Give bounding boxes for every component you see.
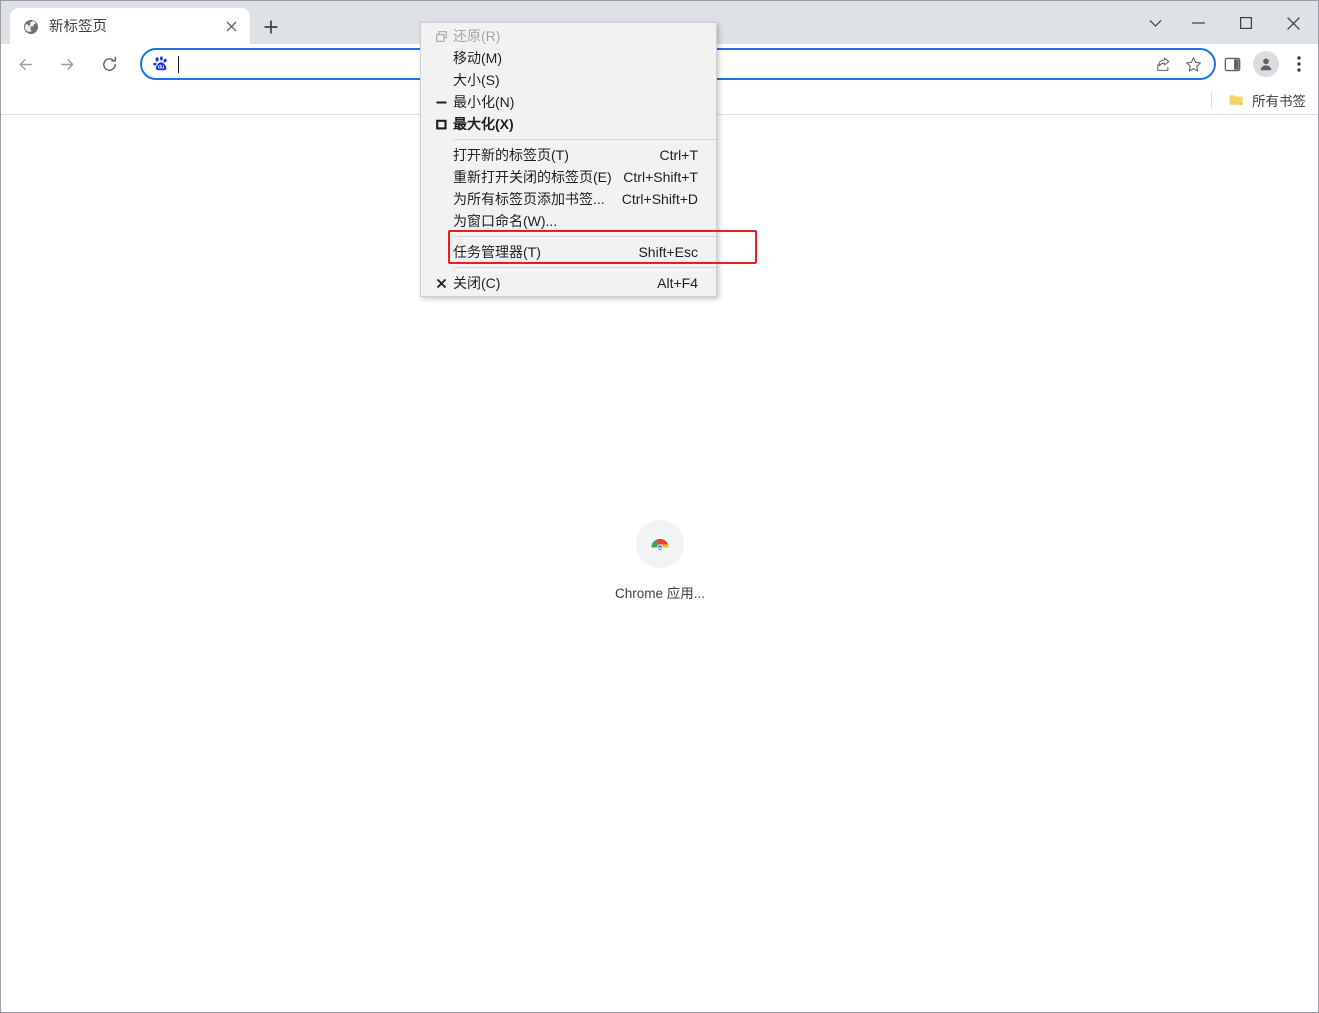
folder-icon [1228,92,1244,108]
menu-item-5[interactable]: 打开新的标签页(T) Ctrl+T [421,144,716,166]
minimize-icon [429,101,453,104]
arrow-left-icon[interactable] [11,51,39,79]
menu-item-label: 任务管理器(T) [453,244,541,260]
window-controls [1135,1,1317,45]
menu-item-10[interactable]: 关闭(C) Alt+F4 [421,272,716,294]
chevron-down-icon[interactable] [1135,1,1175,45]
menu-item-label: 打开新的标签页(T) [453,147,569,163]
all-bookmarks-label: 所有书签 [1252,93,1306,109]
close-icon[interactable] [220,16,242,38]
menu-separator [453,267,716,268]
menu-item-label: 最小化(N) [453,94,515,110]
menu-item-label: 重新打开关闭的标签页(E) [453,169,612,185]
reload-icon[interactable] [95,51,123,79]
menu-item-label: 大小(S) [453,72,500,88]
menu-item-shortcut: Ctrl+Shift+D [621,191,698,207]
chrome-apps-label: Chrome 应用... [614,586,706,601]
chrome-apps-shortcut[interactable]: Chrome 应用... [613,520,707,602]
chrome-apps-icon [636,520,684,568]
menu-item-9[interactable]: 任务管理器(T) Shift+Esc [421,241,716,263]
menu-item-0: 还原(R) [421,25,716,47]
menu-separator [453,139,716,140]
browser-window: 新标签页 du 所有书签 Chrome 应用... 还原(R) 移动(M) 大小… [0,0,1319,1013]
menu-item-shortcut: Ctrl+Shift+T [623,169,698,185]
browser-tab[interactable]: 新标签页 [10,8,250,45]
restore-icon [429,30,453,42]
three-dots-vertical-icon[interactable] [1285,49,1313,79]
maximize-icon [429,119,453,130]
menu-item-shortcut: Alt+F4 [657,275,698,291]
menu-item-label: 移动(M) [453,50,502,66]
toolbar-right-group [1217,48,1315,80]
avatar[interactable] [1253,51,1279,77]
side-panel-icon[interactable] [1217,49,1247,79]
bookmarks-separator [1211,91,1212,108]
share-icon[interactable] [1150,51,1176,77]
menu-separator [453,236,716,237]
menu-item-label: 最大化(X) [453,116,514,132]
menu-item-1[interactable]: 移动(M) [421,47,716,69]
star-icon[interactable] [1180,51,1206,77]
menu-item-7[interactable]: 为所有标签页添加书签... Ctrl+Shift+D [421,188,716,210]
arrow-right-icon[interactable] [53,51,81,79]
window-system-menu: 还原(R) 移动(M) 大小(S) 最小化(N) 最大化(X) 打开新的标签页(T) Ctr… [420,22,717,297]
close-window-button[interactable] [1269,1,1317,45]
all-bookmarks-button[interactable]: 所有书签 [1224,88,1310,112]
minimize-button[interactable] [1175,1,1222,45]
menu-item-label: 为窗口命名(W)... [453,213,558,229]
menu-item-3[interactable]: 最小化(N) [421,91,716,113]
new-tab-button[interactable] [256,12,286,42]
globe-icon [23,19,39,35]
menu-item-label: 为所有标签页添加书签... [453,191,605,207]
close-x-icon [429,278,453,289]
menu-item-6[interactable]: 重新打开关闭的标签页(E) Ctrl+Shift+T [421,166,716,188]
menu-item-shortcut: Ctrl+T [659,147,699,163]
baidu-paw-icon: du [152,55,170,73]
maximize-button[interactable] [1222,1,1269,45]
menu-item-label: 还原(R) [453,28,501,44]
tab-title: 新标签页 [49,18,107,35]
svg-text:du: du [158,64,164,70]
menu-item-label: 关闭(C) [453,275,501,291]
menu-item-8[interactable]: 为窗口命名(W)... [421,210,716,232]
menu-item-4[interactable]: 最大化(X) [421,113,716,135]
menu-item-shortcut: Shift+Esc [638,244,698,260]
menu-item-2[interactable]: 大小(S) [421,69,716,91]
text-caret [178,55,179,73]
